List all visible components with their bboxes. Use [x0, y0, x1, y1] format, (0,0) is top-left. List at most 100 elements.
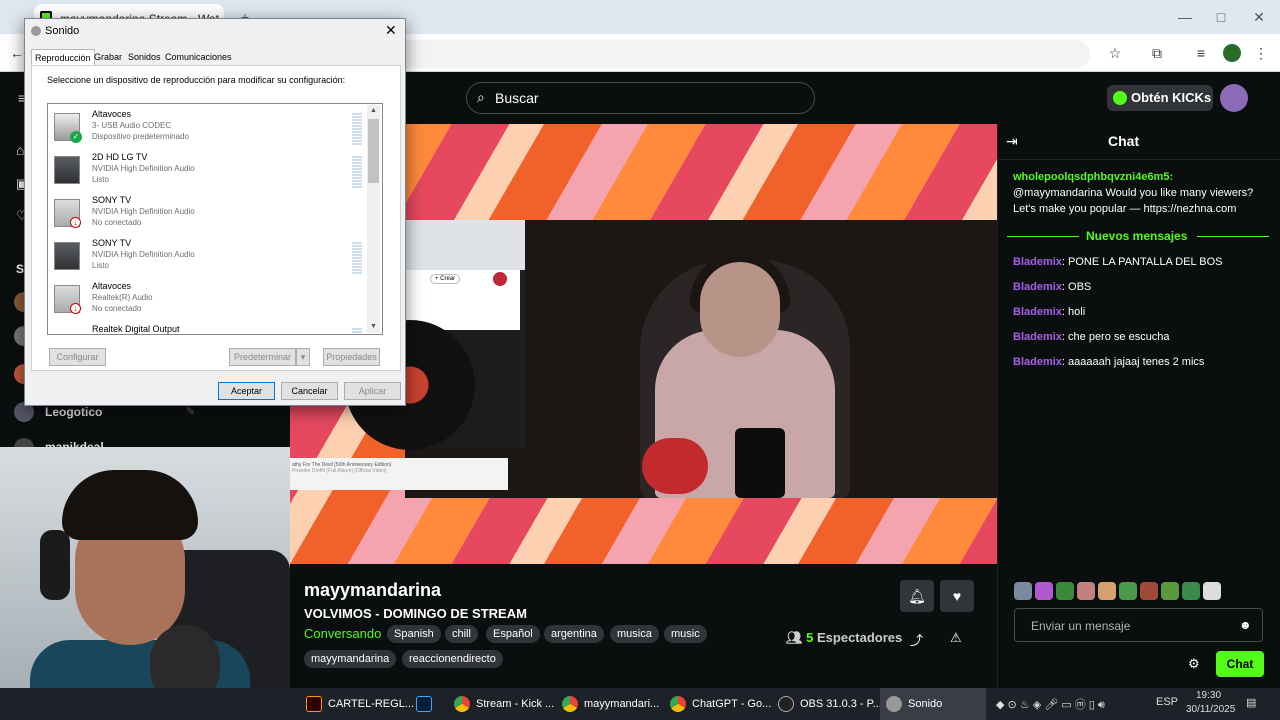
chat-username[interactable]: wholepoolqsdphbqvzni4e6m5: — [1013, 171, 1173, 183]
volume-meter — [352, 113, 362, 145]
properties-button[interactable]: Propiedades — [323, 348, 380, 366]
tag[interactable]: reaccionendirecto — [402, 650, 503, 668]
chat-username[interactable]: Blademix — [1013, 256, 1062, 268]
taskbar-photoshop[interactable] — [410, 688, 446, 720]
user-icon: 👥︎ — [786, 630, 803, 645]
taskbar-label: OBS 31.0.3 - P... — [800, 698, 882, 710]
clock-date[interactable]: 30/11/2025 — [1186, 704, 1235, 715]
device-status: Listo — [92, 175, 109, 184]
speaker-icon — [31, 26, 41, 36]
tab-playback[interactable]: Reproducción — [31, 49, 95, 65]
maximize-button[interactable]: □ — [1212, 8, 1230, 26]
taskbar-sound[interactable]: Sonido — [880, 688, 986, 720]
set-default-dropdown[interactable]: ▾ — [296, 348, 310, 366]
tag[interactable]: music — [664, 625, 707, 643]
chat-username[interactable]: Blademix — [1013, 356, 1062, 368]
profile-avatar[interactable] — [1223, 44, 1241, 62]
tag[interactable]: argentina — [544, 625, 604, 643]
notification-bell-button[interactable]: 🔔︎ — [900, 580, 934, 612]
chat-message: wholepoolqsdphbqvzni4e6m5: @mayymandarin… — [1013, 169, 1268, 217]
close-icon[interactable]: ✕ — [385, 22, 397, 39]
emote-icon[interactable] — [1119, 582, 1137, 600]
close-window-button[interactable]: ✕ — [1250, 8, 1268, 26]
taskbar-illustrator[interactable]: CARTEL-REGL... — [300, 688, 414, 720]
taskbar-obs[interactable]: OBS 31.0.3 - P... — [772, 688, 882, 720]
tab-communications[interactable]: Comunicaciones — [162, 49, 235, 65]
apply-button[interactable]: Aplicar — [344, 382, 401, 400]
device-item[interactable]: ↓ SONY TV NVIDIA High Definition Audio N… — [54, 195, 364, 238]
chat-input[interactable]: Enviar un mensaje ☻ — [1014, 608, 1263, 642]
stream-category[interactable]: Conversando — [304, 626, 381, 641]
chat-username[interactable]: Blademix — [1013, 331, 1062, 343]
search-input[interactable]: ⌕ Buscar — [466, 82, 815, 114]
taskbar-chrome-chatgpt[interactable]: ChatGPT - Go... — [664, 688, 771, 720]
device-item[interactable]: SONY TV NVIDIA High Definition Audio Lis… — [54, 238, 364, 281]
scrollbar-thumb[interactable] — [368, 119, 379, 183]
scroll-down-icon[interactable]: ▼ — [370, 323, 377, 330]
share-icon[interactable]: ⤴ — [910, 630, 923, 649]
tag[interactable]: Spanish — [387, 625, 441, 643]
get-kicks-button[interactable]: Obtén KICKs — [1107, 85, 1213, 111]
set-default-button[interactable]: Predeterminar — [229, 348, 296, 366]
device-item[interactable]: Realtek Digital Output — [54, 324, 364, 334]
emote-icon[interactable] — [1014, 582, 1032, 600]
configure-button[interactable]: Configurar — [49, 348, 106, 366]
language-indicator[interactable]: ESP — [1156, 696, 1178, 708]
volume-meter — [352, 328, 362, 334]
device-item[interactable]: ✓ Altavoces 3- USB Audio CODEC Dispositi… — [54, 109, 364, 152]
user-avatar[interactable] — [1220, 84, 1248, 112]
search-icon: ⌕ — [477, 89, 485, 105]
heart-icon: ♥ — [952, 588, 962, 604]
chrome-icon — [562, 696, 578, 712]
emote-icon[interactable] — [1182, 582, 1200, 600]
follow-heart-button[interactable]: ♥ — [940, 580, 974, 612]
tag[interactable]: musica — [610, 625, 659, 643]
tag[interactable]: Español — [486, 625, 540, 643]
emote-icon[interactable] — [1140, 582, 1158, 600]
taskbar-chrome-mayy[interactable]: mayymandari... — [556, 688, 662, 720]
chat-username[interactable]: Blademix — [1013, 281, 1062, 293]
tab-sounds[interactable]: Sonidos — [125, 49, 164, 65]
pencil-icon: ✎ — [186, 406, 196, 418]
kicks-coin-icon — [1113, 91, 1127, 105]
emote-icon[interactable] — [1161, 582, 1179, 600]
minimize-button[interactable]: — — [1176, 8, 1194, 26]
notification-icon[interactable]: ▤ — [1246, 696, 1256, 709]
streamer-name[interactable]: mayymandarina — [304, 580, 441, 601]
chat-message: Blademix: PONE LA PANTALLA DEL BOS — [1013, 254, 1268, 270]
scroll-up-icon[interactable]: ▲ — [370, 107, 377, 114]
taskbar-label: Stream - Kick ... — [476, 698, 555, 710]
collapse-chat-icon[interactable]: ⇥ — [1006, 133, 1018, 150]
system-tray-icons[interactable]: ◆ ⊙ ♨ ◈ 🎤︎ ▭ ⓜ ▯ 🔊︎ — [996, 696, 1105, 712]
chat-text: : che pero se escucha — [1061, 331, 1170, 343]
yt-subtitle: Provoke Dreffit (Full Album) [Official V… — [292, 468, 387, 474]
menu-icon[interactable]: ⋮ — [1252, 44, 1270, 62]
accept-button[interactable]: Aceptar — [218, 382, 275, 400]
clock-time[interactable]: 19:30 — [1196, 690, 1221, 701]
device-item[interactable]: 2D HD LG TV NVIDIA High Definition Audio… — [54, 152, 364, 195]
chat-username[interactable]: Blademix — [1013, 306, 1062, 318]
report-warning-icon[interactable]: ⚠ — [950, 630, 962, 646]
chat-settings-gear-icon[interactable]: ⚙ — [1188, 656, 1200, 672]
emote-icon[interactable] — [1098, 582, 1116, 600]
tab-recording[interactable]: Grabar — [91, 49, 125, 65]
emote-icon[interactable] — [1035, 582, 1053, 600]
device-status: No conectado — [92, 304, 142, 313]
cancel-button[interactable]: Cancelar — [281, 382, 338, 400]
device-list[interactable]: ✓ Altavoces 3- USB Audio CODEC Dispositi… — [47, 103, 383, 335]
emote-icon[interactable] — [1203, 582, 1221, 600]
taskbar-chrome-kick[interactable]: Stream - Kick ... — [448, 688, 554, 720]
tag[interactable]: mayymandarina — [304, 650, 397, 668]
chat-input-placeholder: Enviar un mensaje — [1031, 619, 1131, 633]
emote-icon[interactable] — [1077, 582, 1095, 600]
extensions-icon[interactable]: ⧉ — [1148, 44, 1166, 62]
bookmark-star-icon[interactable]: ☆ — [1106, 44, 1124, 62]
chat-send-button[interactable]: Chat — [1216, 651, 1264, 677]
sidebar-channel-name[interactable]: Leogotico — [45, 405, 102, 419]
tag[interactable]: chill — [445, 625, 478, 643]
media-control-icon[interactable]: ≡ — [1192, 44, 1210, 62]
emote-icon[interactable] — [1056, 582, 1074, 600]
dialog-title: Sonido — [45, 25, 80, 37]
emoji-icon[interactable]: ☻ — [1239, 618, 1252, 632]
device-item[interactable]: ↓ Altavoces Realtek(R) Audio No conectad… — [54, 281, 364, 324]
